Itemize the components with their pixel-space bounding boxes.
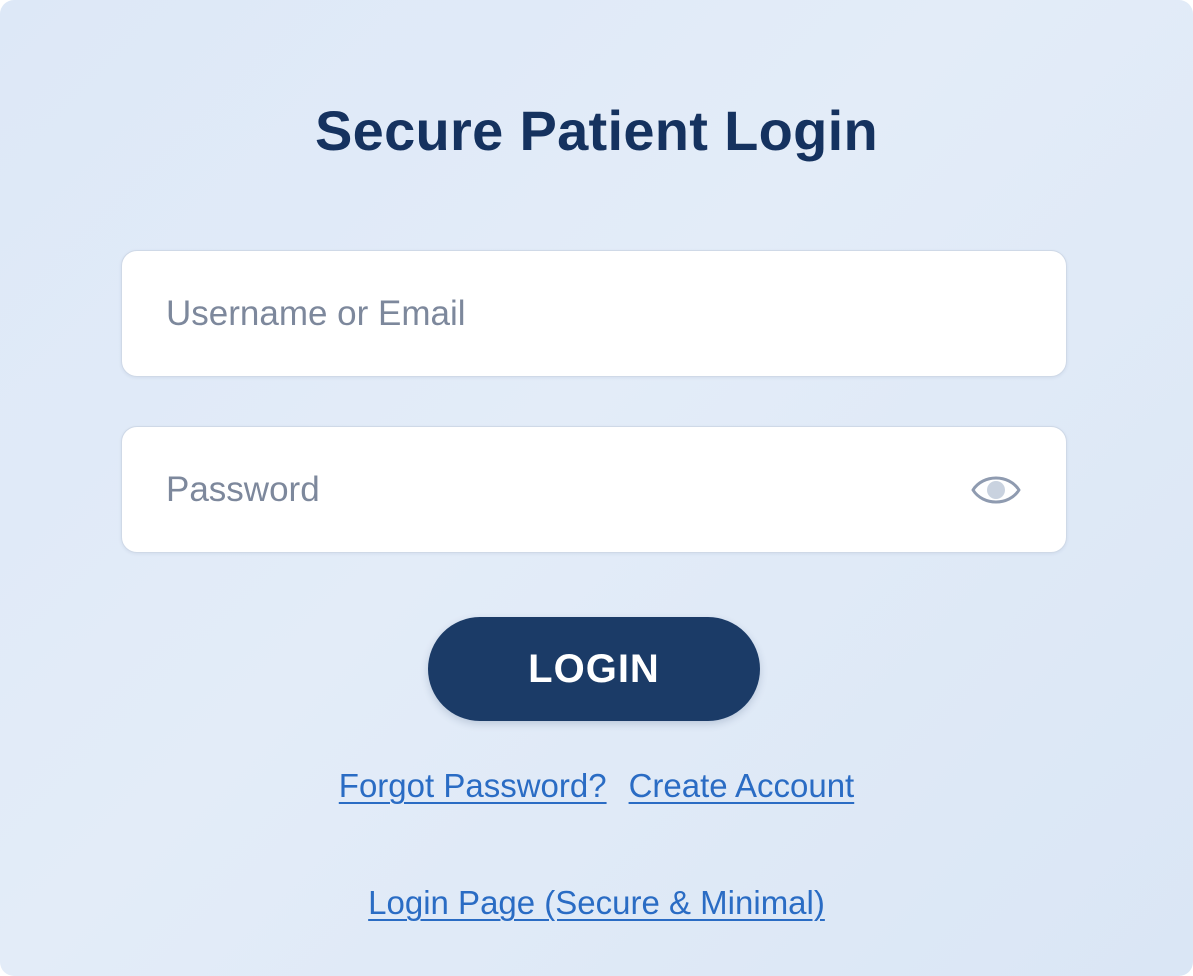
account-links: Forgot Password? Create Account — [0, 763, 1193, 809]
username-field-container — [121, 250, 1067, 377]
login-button[interactable]: LOGIN — [428, 617, 760, 721]
page-title: Secure Patient Login — [315, 99, 878, 162]
password-input[interactable] — [166, 427, 966, 552]
eye-icon[interactable] — [970, 470, 1022, 510]
username-input[interactable] — [166, 251, 966, 376]
login-panel: Secure Patient Login LOGIN Forgot Passwo… — [0, 0, 1193, 976]
password-field-container — [121, 426, 1067, 553]
login-page-link[interactable]: Login Page (Secure & Minimal) — [368, 884, 825, 921]
forgot-password-link[interactable]: Forgot Password? — [339, 767, 607, 804]
footer: Login Page (Secure & Minimal) — [0, 880, 1193, 926]
create-account-link[interactable]: Create Account — [629, 767, 855, 804]
